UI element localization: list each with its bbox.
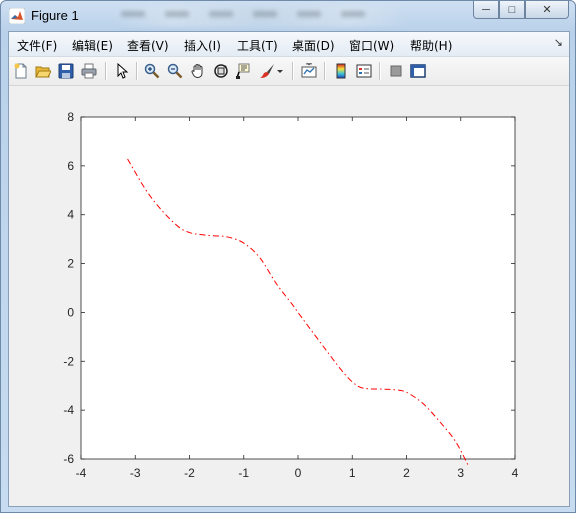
hide-plot-tools-icon bbox=[390, 65, 402, 77]
colorbar-icon bbox=[336, 63, 346, 79]
minimize-button[interactable]: ─ bbox=[473, 1, 499, 19]
print-button[interactable] bbox=[79, 61, 99, 81]
figure-client-area: 文件(F) 编辑(E) 查看(V) 插入(I) 工具(T) 桌面(D) 窗口(W… bbox=[8, 31, 570, 507]
title-bar[interactable]: Figure 1 ─ □ ✕ bbox=[1, 1, 575, 40]
window-title: Figure 1 bbox=[31, 8, 79, 23]
pointer-icon bbox=[117, 63, 129, 79]
toolbar-separator bbox=[136, 62, 138, 80]
new-figure-button[interactable] bbox=[11, 61, 31, 81]
legend-icon bbox=[356, 64, 372, 78]
zoom-out-button[interactable] bbox=[165, 61, 185, 81]
new-figure-icon bbox=[14, 63, 27, 79]
figure-toolbar bbox=[9, 57, 569, 86]
window-controls: ─ □ ✕ bbox=[473, 1, 569, 21]
open-file-button[interactable] bbox=[33, 61, 53, 81]
menu-tools[interactable]: 工具(T) bbox=[237, 37, 278, 54]
close-button[interactable]: ✕ bbox=[525, 1, 569, 19]
link-plot-icon bbox=[301, 63, 317, 78]
menu-help[interactable]: 帮助(H) bbox=[410, 37, 452, 54]
data-cursor-icon bbox=[236, 63, 250, 79]
rotate-3d-button[interactable] bbox=[211, 61, 231, 81]
print-icon bbox=[81, 63, 97, 79]
show-plot-tools-icon bbox=[410, 64, 426, 78]
pan-hand-icon bbox=[191, 63, 203, 79]
menu-window[interactable]: 窗口(W) bbox=[349, 37, 394, 54]
save-button[interactable] bbox=[56, 61, 76, 81]
save-icon bbox=[58, 63, 74, 79]
pan-button[interactable] bbox=[188, 61, 208, 81]
toolbar-separator bbox=[324, 62, 326, 80]
brush-dropdown-button[interactable] bbox=[275, 61, 285, 81]
matlab-logo-icon bbox=[9, 8, 25, 24]
menu-bar: 文件(F) 编辑(E) 查看(V) 插入(I) 工具(T) 桌面(D) 窗口(W… bbox=[9, 32, 569, 57]
data-cursor-button[interactable] bbox=[234, 61, 254, 81]
toolbar-separator bbox=[105, 62, 107, 80]
figure-window: Figure 1 ─ □ ✕ 文件(F) 编辑(E) 查看(V) 插入(I) 工… bbox=[0, 0, 576, 513]
insert-colorbar-button[interactable] bbox=[331, 61, 351, 81]
maximize-button[interactable]: □ bbox=[499, 1, 525, 19]
toolbar-separator bbox=[292, 62, 294, 80]
link-plot-button[interactable] bbox=[299, 61, 319, 81]
menu-insert[interactable]: 插入(I) bbox=[184, 37, 221, 54]
menu-view[interactable]: 查看(V) bbox=[127, 37, 169, 54]
blurred-background-strip bbox=[111, 5, 411, 40]
brush-icon bbox=[260, 64, 274, 78]
zoom-in-button[interactable] bbox=[142, 61, 162, 81]
show-plot-tools-button[interactable] bbox=[408, 61, 428, 81]
menu-desktop[interactable]: 桌面(D) bbox=[292, 37, 335, 54]
toolbar-separator bbox=[379, 62, 381, 80]
hide-plot-tools-button[interactable] bbox=[386, 61, 406, 81]
zoom-out-icon bbox=[167, 63, 183, 79]
zoom-in-icon bbox=[144, 63, 160, 79]
menu-dock-arrow-icon[interactable]: ↘ bbox=[554, 36, 563, 49]
insert-legend-button[interactable] bbox=[354, 61, 374, 81]
menu-file[interactable]: 文件(F) bbox=[17, 37, 57, 54]
open-file-icon bbox=[35, 66, 51, 78]
brush-button[interactable] bbox=[257, 61, 277, 81]
dropdown-arrow-icon bbox=[277, 70, 283, 73]
menu-edit[interactable]: 编辑(E) bbox=[72, 37, 113, 54]
rotate-3d-icon bbox=[214, 64, 228, 78]
edit-plot-button[interactable] bbox=[112, 61, 132, 81]
